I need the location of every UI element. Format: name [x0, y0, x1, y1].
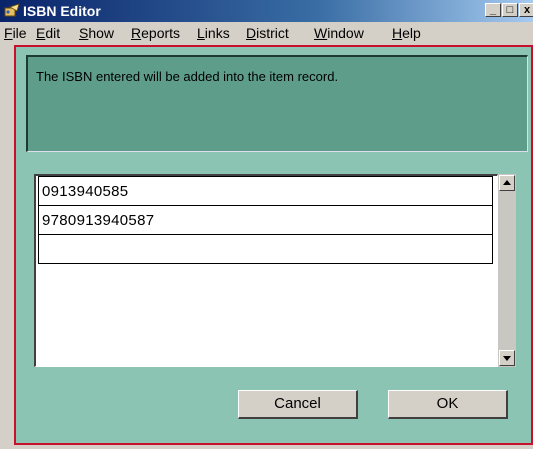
dialog-client-area: The ISBN entered will be added into the …: [14, 45, 533, 445]
menu-file[interactable]: File: [4, 25, 27, 41]
message-text: The ISBN entered will be added into the …: [36, 69, 339, 84]
menu-help[interactable]: Help: [392, 25, 421, 41]
menu-edit[interactable]: Edit: [36, 25, 60, 41]
menu-show[interactable]: Show: [79, 25, 114, 41]
isbn-field[interactable]: [38, 234, 493, 264]
vertical-scrollbar[interactable]: [498, 174, 516, 367]
isbn-field[interactable]: 9780913940587: [38, 205, 493, 235]
scroll-up-button[interactable]: [499, 175, 515, 191]
scroll-down-button[interactable]: [499, 350, 515, 366]
message-panel: The ISBN entered will be added into the …: [26, 55, 528, 152]
app-icon: [4, 3, 20, 17]
menu-links[interactable]: Links: [197, 25, 230, 41]
title-bar[interactable]: ISBN Editor _ □ x: [0, 0, 533, 22]
maximize-button[interactable]: □: [502, 3, 518, 17]
arrow-down-icon: [503, 356, 511, 361]
minimize-button[interactable]: _: [485, 3, 501, 17]
menu-district[interactable]: District: [246, 25, 289, 41]
menu-window[interactable]: Window: [314, 25, 364, 41]
cancel-button[interactable]: Cancel: [238, 390, 358, 419]
arrow-up-icon: [503, 180, 511, 185]
ok-button[interactable]: OK: [388, 390, 508, 419]
isbn-field[interactable]: 0913940585: [38, 176, 493, 206]
window-title: ISBN Editor: [23, 3, 101, 19]
close-button[interactable]: x: [519, 3, 533, 17]
isbn-list: 0913940585 9780913940587: [34, 174, 498, 367]
menu-reports[interactable]: Reports: [131, 25, 180, 41]
menu-bar: File Edit Show Reports Links District Wi…: [0, 22, 533, 44]
